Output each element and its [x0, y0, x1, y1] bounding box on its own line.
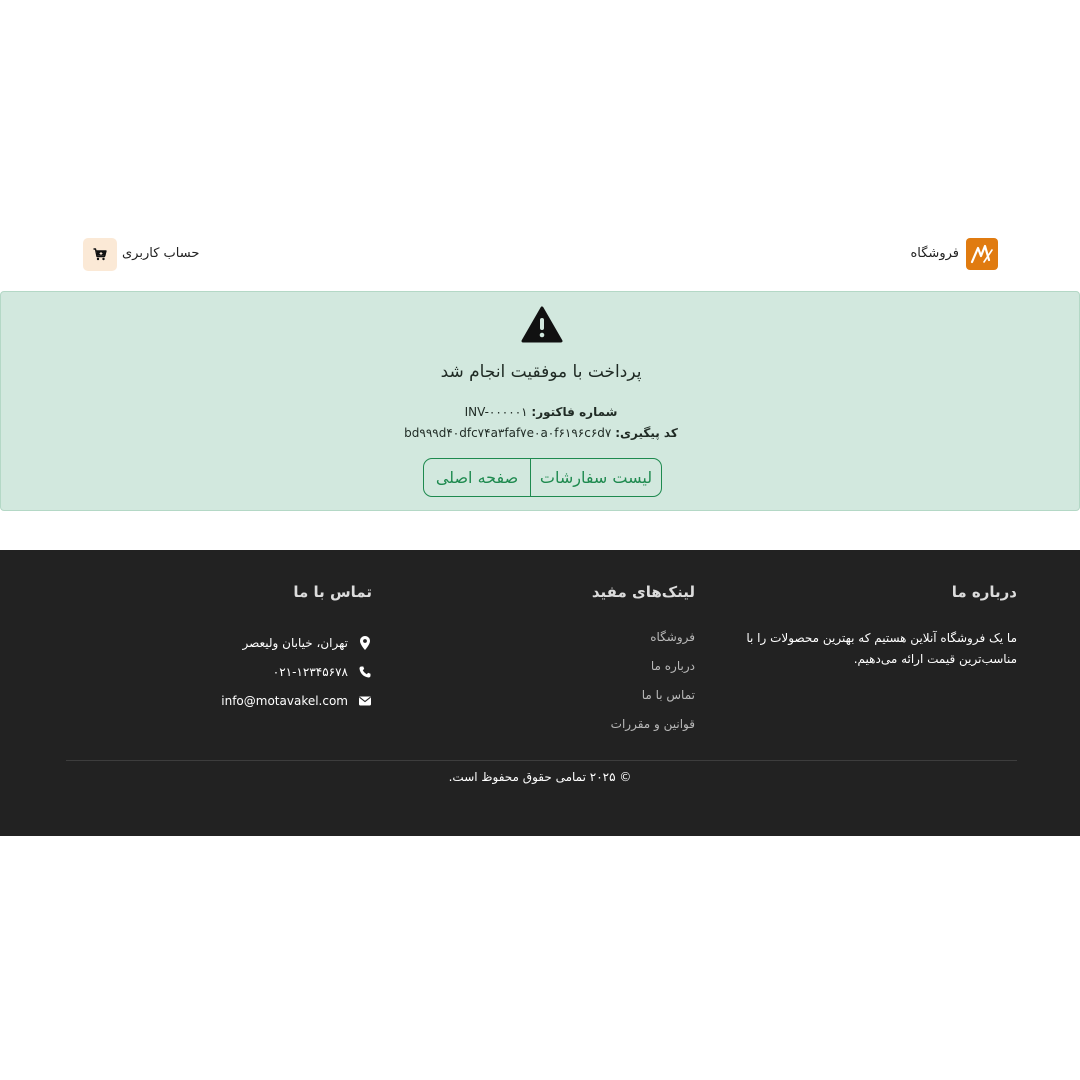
footer-link-about[interactable]: درباره ما [611, 657, 695, 686]
copyright-text: © ۲۰۲۵ تمامی حقوق محفوظ است. [448, 770, 632, 784]
contact-phone: ۰۲۱-۱۲۳۴۵۶۷۸ [221, 657, 372, 686]
home-button[interactable]: صفحه اصلی [424, 459, 531, 496]
email-text[interactable]: info@motavakel.com [221, 692, 348, 710]
site-header: فروشگاه حساب کاربری [0, 236, 1080, 272]
warning-icon [521, 306, 563, 343]
phone-text: ۰۲۱-۱۲۳۴۵۶۷۸ [272, 664, 348, 679]
links-heading: لینک‌های مفید [591, 583, 695, 601]
payment-success-alert: پرداخت با موفقیت انجام شد شماره فاکتور: … [0, 291, 1080, 511]
contact-info: تهران، خیابان ولیعصر ۰۲۱-۱۲۳۴۵۶۷۸ info@m… [221, 628, 372, 715]
footer-link-terms[interactable]: قوانین و مقررات [611, 715, 695, 744]
footer-link-shop[interactable]: فروشگاه [611, 628, 695, 657]
footer-link-contact[interactable]: تماس با ما [611, 686, 695, 715]
orders-list-button[interactable]: لیست سفارشات [531, 459, 661, 496]
footer-divider [66, 760, 1017, 761]
contact-heading: تماس با ما [293, 583, 372, 601]
envelope-icon [359, 696, 371, 705]
logo-mark-icon [970, 244, 993, 264]
site-footer: درباره ما ما یک فروشگاه آنلاین هستیم که … [0, 550, 1080, 836]
cart-button[interactable] [83, 238, 117, 271]
tracking-line: کد پیگیری: bd۹۹۹d۴۰dfc۷۴a۳faf۷e۰a۰f۶۱۹۶c… [1, 426, 1080, 440]
footer-links: فروشگاه درباره ما تماس با ما قوانین و مق… [611, 628, 695, 744]
cart-icon [93, 248, 107, 261]
invoice-value: INV-۰۰۰۰۰۱ [464, 405, 528, 419]
address-text: تهران، خیابان ولیعصر [242, 635, 348, 650]
about-heading: درباره ما [951, 583, 1017, 601]
invoice-line: شماره فاکتور: INV-۰۰۰۰۰۱ [1, 405, 1080, 419]
contact-email: info@motavakel.com [221, 686, 372, 715]
phone-icon [359, 666, 371, 678]
contact-address: تهران، خیابان ولیعصر [221, 628, 372, 657]
account-link[interactable]: حساب کاربری [122, 236, 199, 272]
invoice-label: شماره فاکتور: [531, 405, 618, 419]
site-logo[interactable] [966, 238, 998, 270]
tracking-label: کد پیگیری: [615, 426, 678, 440]
brand-link[interactable]: فروشگاه [910, 236, 959, 272]
tracking-value: bd۹۹۹d۴۰dfc۷۴a۳faf۷e۰a۰f۶۱۹۶c۶d۷ [404, 426, 612, 440]
map-marker-icon [360, 635, 370, 650]
success-title: پرداخت با موفقیت انجام شد [440, 362, 642, 382]
alert-button-group: صفحه اصلی لیست سفارشات [423, 458, 662, 497]
about-text: ما یک فروشگاه آنلاین هستیم که بهترین محص… [746, 631, 1017, 666]
